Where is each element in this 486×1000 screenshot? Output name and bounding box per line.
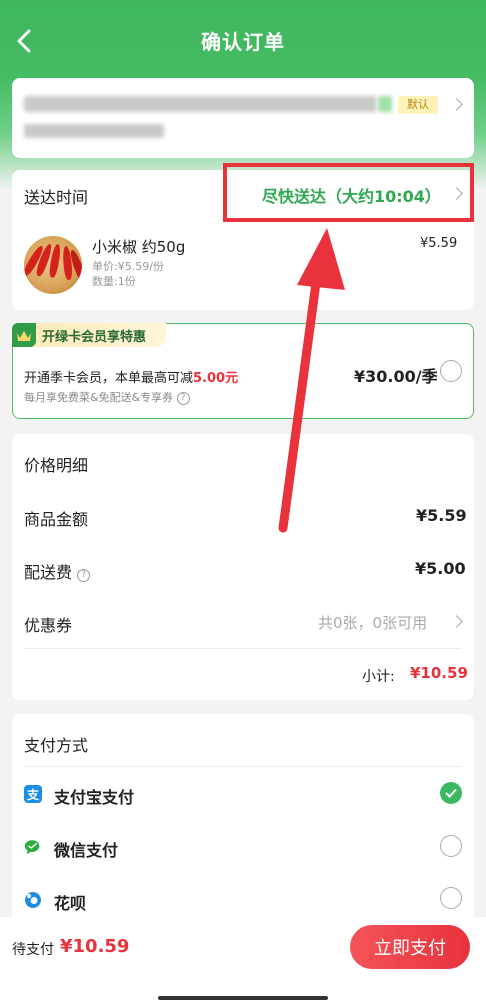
page-title: 确认订单 [201,29,285,54]
price-detail-title: 价格明细 [24,456,89,475]
product-image [24,236,82,294]
crown-icon [12,323,36,347]
payment-method-alipay[interactable]: 支付宝支付 [54,784,134,808]
highlight-box [223,163,474,222]
shipping-help-icon[interactable]: ? [77,569,91,582]
shipping-fee-value: ¥5.00 [415,559,466,578]
coupon-label: 优惠券 [24,616,73,635]
member-benefits-text: 每月享免费菜&免配送&专享券 [24,391,174,404]
payment-title: 支付方式 [24,736,89,755]
member-price: ¥30.00/季 [354,367,438,386]
wechat-icon [24,838,42,856]
subtotal-divider [24,648,462,649]
address-blurred-line-1 [24,96,376,112]
address-blurred-line-2 [24,124,164,138]
product-quantity: 数量:1份 [92,275,136,288]
shipping-fee-label: 配送费 ? [24,559,91,583]
subtotal-value: ¥10.59 [410,664,468,682]
member-benefits: 每月享免费菜&免配送&专享券 ? [24,389,190,405]
help-icon[interactable]: ? [176,392,190,405]
member-radio[interactable] [440,360,462,382]
to-pay-label: 待支付 [12,942,54,958]
back-arrow-icon[interactable] [14,28,36,54]
top-bar: 确认订单 [0,0,486,80]
default-address-badge: 默认 [398,96,438,114]
goods-amount-label: 商品金额 [24,510,89,529]
member-offer-text: 开通季卡会员，本单最高可减5.00元 [24,367,238,386]
huabei-radio[interactable] [440,887,462,909]
address-blurred-tag [378,96,392,112]
payment-divider [24,766,462,767]
home-indicator [158,996,328,1000]
address-card[interactable] [12,78,474,158]
product-name: 小米椒 约50g [92,238,186,256]
alipay-icon: 支 [24,785,42,803]
huabei-icon [24,891,42,909]
selected-check-icon[interactable] [440,782,462,804]
product-price: ¥5.59 [420,236,458,251]
to-pay-value: ¥10.59 [60,936,130,957]
member-tag: 开绿卡会员享特惠 [12,323,166,347]
goods-amount-value: ¥5.59 [416,506,467,525]
product-unit-price: 单价:¥5.59/份 [92,260,164,273]
payment-method-huabei[interactable]: 花呗 [54,890,86,914]
shipping-fee-text: 配送费 [24,563,73,582]
member-offer-prefix: 开通季卡会员，本单最高可减 [24,371,194,386]
coupon-value[interactable]: 共0张，0张可用 [318,612,427,633]
wechat-radio[interactable] [440,835,462,857]
payment-method-wechat[interactable]: 微信支付 [54,837,118,861]
delivery-time-label: 送达时间 [24,188,89,207]
member-offer-amount: 5.00元 [193,371,239,386]
pay-now-button[interactable]: 立即支付 [350,925,470,969]
member-tag-label: 开绿卡会员享特惠 [42,329,147,345]
subtotal-label: 小计: [362,669,395,685]
